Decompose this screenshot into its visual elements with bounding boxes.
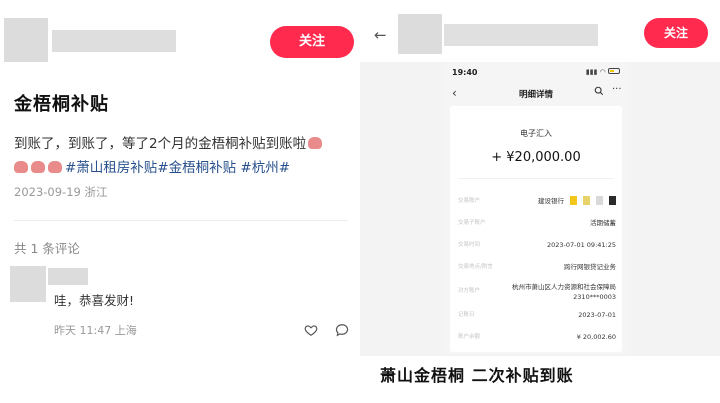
detail-key: 记账日	[458, 312, 475, 318]
bank-screenshot-image: 19:40 ▮▮▮ ◠ ‹ 明细详情 ··· 电子汇入 + ¥20,000.00…	[444, 62, 628, 354]
detail-key: 交易账户	[458, 198, 481, 204]
money-bag-emoji-icon	[48, 161, 62, 173]
transaction-amount: + ¥20,000.00	[491, 150, 581, 165]
detail-value: ¥ 20,002.60	[576, 333, 616, 341]
hashtag-link[interactable]: #杭州	[240, 160, 278, 176]
left-post-panel: 关注 金梧桐补贴 到账了，到账了，等了2个月的金梧桐补贴到账啦 #萧山租房补贴#…	[0, 0, 360, 403]
detail-row: 账户余额 ¥ 20,002.60	[450, 332, 622, 352]
detail-key: 对方账户	[458, 288, 481, 294]
transaction-card: 电子汇入 + ¥20,000.00 交易账户 建设银行 交易子账户 活期储蓄 交…	[450, 106, 622, 352]
signal-icon: ▮▮▮	[585, 68, 598, 76]
hashtag-link[interactable]: #	[279, 160, 290, 176]
heart-icon[interactable]	[304, 323, 318, 337]
post-location: 浙江	[84, 185, 108, 199]
detail-value: 杭州市萧山区人力资源和社会保障局 2310***0003	[512, 283, 616, 301]
commenter-name-redacted[interactable]	[48, 268, 88, 285]
phone-more-icon: ···	[612, 84, 622, 95]
detail-value: 跨行网银贷记业务	[564, 263, 616, 271]
detail-row: 交易账户 建设银行	[450, 196, 622, 216]
author-name-redacted[interactable]	[52, 30, 176, 52]
battery-icon	[608, 68, 620, 74]
detail-row: 记账日 2023-07-01	[450, 310, 622, 330]
follow-button[interactable]: 关注	[644, 18, 708, 48]
hashtag-link[interactable]: #萧山租房补贴	[65, 160, 157, 176]
detail-value: 活期储蓄	[590, 219, 616, 227]
divider	[14, 220, 348, 221]
money-bag-emoji-icon	[31, 161, 45, 173]
post-body: 到账了，到账了，等了2个月的金梧桐补贴到账啦 #萧山租房补贴#金梧桐补贴 #杭州…	[14, 132, 354, 180]
follow-button[interactable]: 关注	[270, 26, 354, 58]
right-post-panel: ← 关注 19:40 ▮▮▮ ◠ ‹ 明细详情 ··· 电子汇入 + ¥20,0…	[360, 0, 720, 403]
comment-location: 上海	[114, 324, 137, 337]
detail-value: 2023-07-01 09:41:25	[546, 241, 616, 249]
detail-value: 建设银行	[538, 196, 616, 206]
phone-status-time: 19:40	[452, 68, 478, 77]
detail-key: 交易时间	[458, 242, 481, 248]
post-title: 金梧桐补贴	[14, 94, 109, 115]
detail-key: 交易子账户	[458, 220, 486, 226]
post-caption-title: 萧山金梧桐 二次补贴到账	[380, 366, 574, 385]
comment-count: 共 1 条评论	[14, 241, 80, 256]
detail-key: 交易地点/附言	[458, 264, 493, 270]
post-date: 2023-09-19	[14, 185, 81, 199]
wifi-icon: ◠	[599, 68, 606, 76]
detail-value: 2023-07-01	[578, 311, 616, 319]
comment-meta: 昨天 11:47 上海	[54, 322, 137, 338]
author-name-redacted[interactable]	[444, 24, 598, 46]
comment-text: 哇，恭喜发财!	[54, 293, 135, 308]
money-bag-emoji-icon	[308, 137, 323, 149]
detail-row: 交易时间 2023-07-01 09:41:25	[450, 240, 622, 260]
divider	[458, 178, 614, 179]
detail-key: 账户余额	[458, 334, 481, 340]
detail-row: 交易地点/附言 跨行网银贷记业务	[450, 262, 622, 282]
comment-time: 昨天 11:47	[54, 324, 112, 337]
phone-search-icon	[594, 86, 604, 96]
author-avatar[interactable]	[4, 18, 48, 62]
transaction-type: 电子汇入	[520, 129, 552, 138]
post-text: 到账了，到账了，等了2个月的金梧桐补贴到账啦	[14, 136, 307, 152]
post-meta: 2023-09-19 浙江	[14, 184, 108, 200]
detail-row: 交易子账户 活期储蓄	[450, 218, 622, 238]
commenter-avatar[interactable]	[10, 266, 46, 302]
back-arrow-icon[interactable]: ←	[374, 26, 387, 44]
author-avatar[interactable]	[398, 14, 442, 54]
money-bag-emoji-icon	[14, 161, 28, 173]
hashtag-link[interactable]: #金梧桐补贴	[157, 160, 236, 176]
comment-icon[interactable]	[335, 323, 349, 337]
phone-status-icons: ▮▮▮ ◠	[586, 68, 620, 76]
detail-row: 对方账户 杭州市萧山区人力资源和社会保障局 2310***0003	[450, 282, 622, 306]
